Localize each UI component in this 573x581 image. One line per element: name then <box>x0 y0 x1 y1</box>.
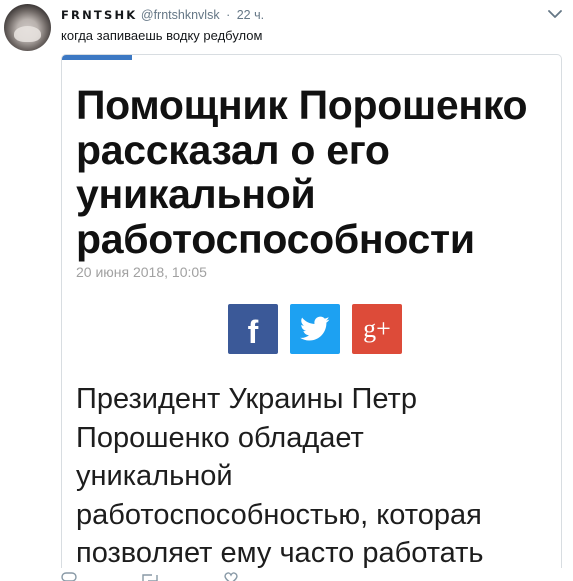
article-headline: Помощник Порошенко рассказал о его уника… <box>76 83 556 261</box>
body-line: уникальной <box>76 460 233 492</box>
body-line: работоспособностью, которая <box>76 498 482 531</box>
author-handle[interactable]: @frntshknvlsk <box>141 8 220 22</box>
tweet-header: FRNTSHK @frntshknvlsk · 22 ч. <box>61 6 264 24</box>
body-line: Порошенко обладает <box>76 421 364 454</box>
facebook-icon: f <box>247 314 259 350</box>
body-line: Президент Украины Петр <box>76 383 417 415</box>
article-date: 20 июня 2018, 10:05 <box>76 264 207 280</box>
twitter-share-button[interactable] <box>290 304 340 354</box>
author-name[interactable]: FRNTSHK <box>61 8 137 22</box>
avatar[interactable] <box>4 4 51 51</box>
headline-line: работоспособности <box>76 215 475 262</box>
separator-dot: · <box>226 8 231 22</box>
body-line: позволяет ему часто работать <box>76 537 484 568</box>
twitter-icon <box>300 316 330 341</box>
tweet-actions <box>61 572 541 581</box>
googleplus-share-button[interactable]: g+ <box>352 304 402 354</box>
headline-line: рассказал о его <box>76 126 390 173</box>
card-accent-bar <box>62 55 132 60</box>
article-card[interactable]: Помощник Порошенко рассказал о его уника… <box>61 54 562 568</box>
reply-icon[interactable] <box>61 572 77 581</box>
chevron-down-icon[interactable] <box>548 9 562 19</box>
like-icon[interactable] <box>223 572 239 581</box>
headline-line: уникальной <box>76 171 316 217</box>
googleplus-icon: g+ <box>363 314 391 343</box>
tweet-timestamp[interactable]: 22 ч. <box>237 8 264 22</box>
facebook-share-button[interactable]: f <box>228 304 278 354</box>
tweet-text: когда запиваешь водку редбулом <box>61 28 263 43</box>
article-body: Президент Украины Петр Порошенко обладае… <box>76 380 556 568</box>
headline-line: Помощник Порошенко <box>76 82 528 128</box>
retweet-icon[interactable] <box>141 572 159 581</box>
